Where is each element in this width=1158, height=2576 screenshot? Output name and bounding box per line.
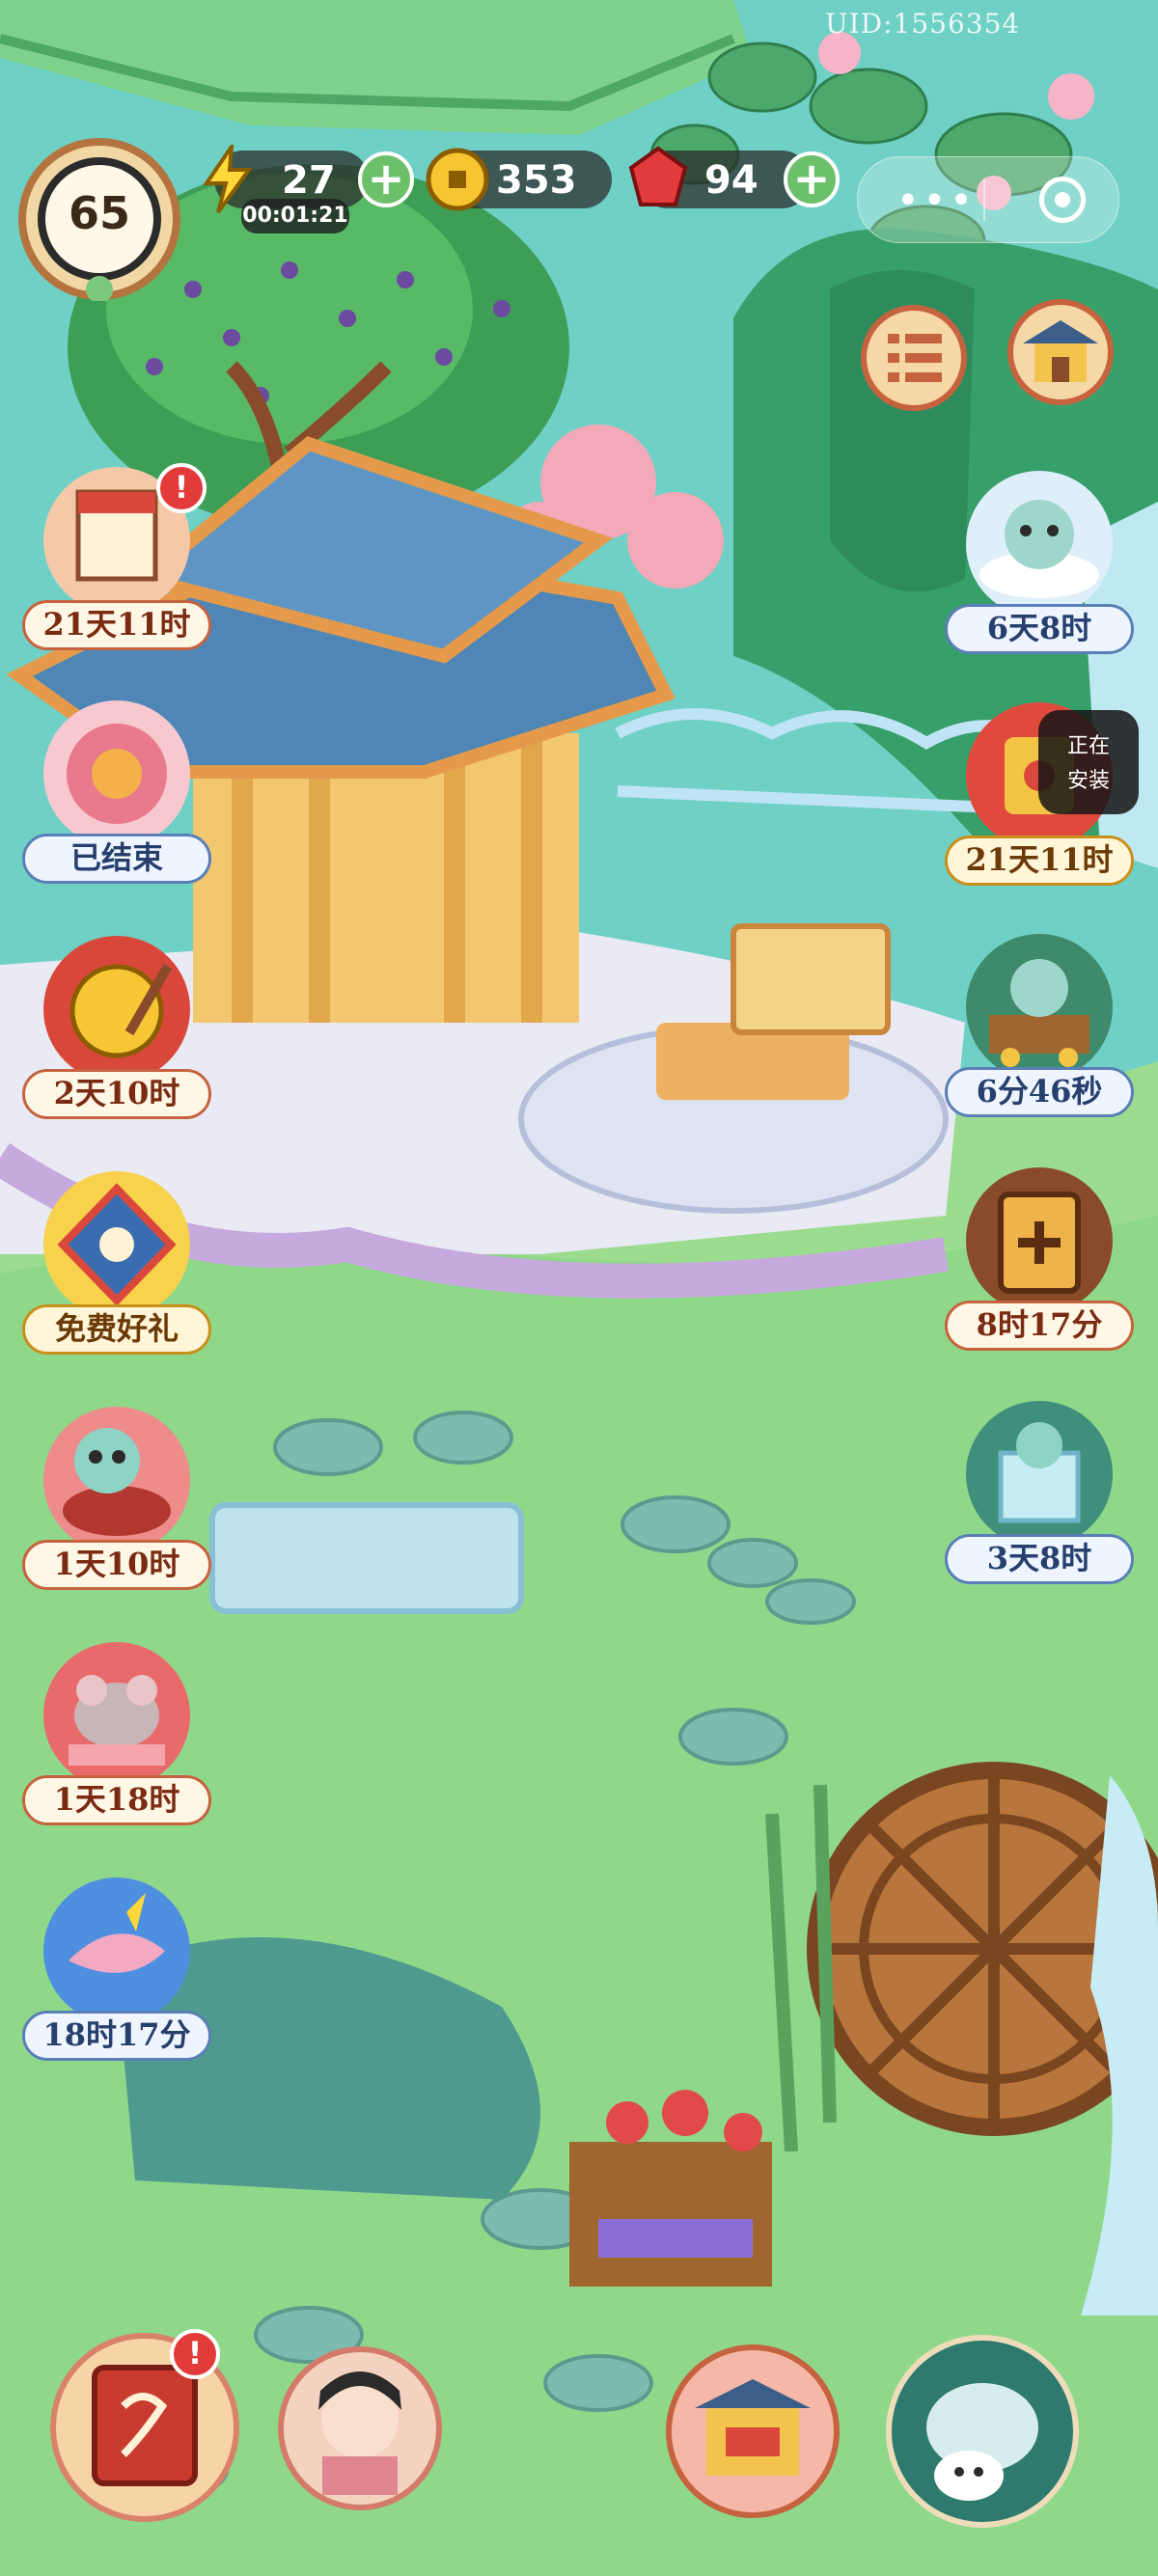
mouse-gift-icon xyxy=(43,1642,190,1789)
event-free-gift[interactable]: 免费好礼 xyxy=(15,1167,218,1380)
shop-stall-button[interactable] xyxy=(666,2344,840,2518)
event-timer-label: 2天10时 xyxy=(22,1069,211,1119)
game-scene[interactable]: UID:1556354 65 27 + 00:01:21 353 94 + ••… xyxy=(0,0,1158,2576)
door-pass-icon xyxy=(966,1167,1113,1314)
system-menu-capsule: ••• xyxy=(857,156,1119,243)
energy-timer: 00:01:21 xyxy=(241,199,349,233)
character-portrait-button[interactable] xyxy=(278,2346,442,2510)
cloud-cat-icon xyxy=(966,471,1113,617)
event-title-label: 免费好礼 xyxy=(22,1304,211,1355)
event-ice-cat-box[interactable]: 3天8时 xyxy=(938,1397,1141,1609)
gem-value: 94 xyxy=(704,158,758,203)
cat-drum-icon xyxy=(43,1407,190,1553)
event-calendar-gift[interactable]: 21天11时 ! xyxy=(15,463,218,675)
market-stall-icon xyxy=(695,2379,811,2476)
event-dragon-fish[interactable]: 18时17分 xyxy=(15,1874,218,2086)
event-golden-gong[interactable]: 2天10时 xyxy=(15,932,218,1144)
handbook-alert-badge: ! xyxy=(170,2329,220,2379)
golden-gong-icon xyxy=(43,936,190,1082)
energy-value: 27 xyxy=(282,158,336,203)
event-timer-label: 6分46秒 xyxy=(945,1067,1134,1117)
installing-line1: 正在 xyxy=(1066,734,1110,758)
coin-value: 353 xyxy=(496,158,577,203)
peony-flower-icon xyxy=(43,700,190,847)
event-timer-label: 6天8时 xyxy=(945,604,1134,654)
list-icon xyxy=(888,334,942,382)
teapot-rabbit-button[interactable] xyxy=(886,2335,1079,2528)
coin-icon xyxy=(426,148,489,211)
installing-line2: 安装 xyxy=(1066,769,1110,793)
close-target-icon[interactable] xyxy=(1039,177,1086,223)
event-door-pass[interactable]: 8时17分 xyxy=(938,1164,1141,1376)
alert-badge: ! xyxy=(156,463,207,513)
event-mouse-gift[interactable]: 1天18时 xyxy=(15,1638,218,1850)
shop-pavilion-button[interactable] xyxy=(1007,299,1114,405)
event-timer-label: 21天11时 xyxy=(945,836,1134,886)
player-level: 65 xyxy=(68,187,130,239)
pavilion-icon xyxy=(1023,320,1098,382)
event-timer-label: 18时17分 xyxy=(22,2011,211,2061)
uid-text: UID:1556354 xyxy=(825,8,1021,40)
installing-status: 正在 安装 xyxy=(1038,710,1139,814)
event-cloud-cat[interactable]: 6天8时 xyxy=(938,467,1141,679)
dragon-fish-icon xyxy=(43,1877,190,2024)
event-timer-label: 8时17分 xyxy=(945,1301,1134,1351)
event-timer-label: 21天11时 xyxy=(22,600,211,650)
gift-chest-icon xyxy=(43,1171,190,1318)
add-energy-button[interactable]: + xyxy=(358,151,414,207)
event-cat-drum[interactable]: 1天10时 xyxy=(15,1403,218,1615)
event-peony-flower[interactable]: 已结束 xyxy=(15,697,218,909)
teapot-rabbit-icon xyxy=(926,2383,1038,2501)
ice-cat-box-icon xyxy=(966,1401,1113,1548)
player-level-badge[interactable]: 65 xyxy=(17,137,181,303)
more-options-icon[interactable]: ••• xyxy=(896,178,977,223)
add-gems-button[interactable]: + xyxy=(784,151,840,207)
lady-portrait-icon xyxy=(318,2371,401,2495)
red-gem-icon xyxy=(628,146,688,206)
task-list-button[interactable] xyxy=(861,305,967,411)
event-timer-label: 1天18时 xyxy=(22,1775,211,1825)
event-cat-cart[interactable]: 6分46秒 xyxy=(938,930,1141,1142)
event-timer-label: 3天8时 xyxy=(945,1534,1134,1584)
event-status-label: 已结束 xyxy=(22,834,211,884)
capsule-divider xyxy=(983,178,985,221)
event-timer-label: 1天10时 xyxy=(22,1540,211,1590)
cat-cart-icon xyxy=(966,934,1113,1081)
